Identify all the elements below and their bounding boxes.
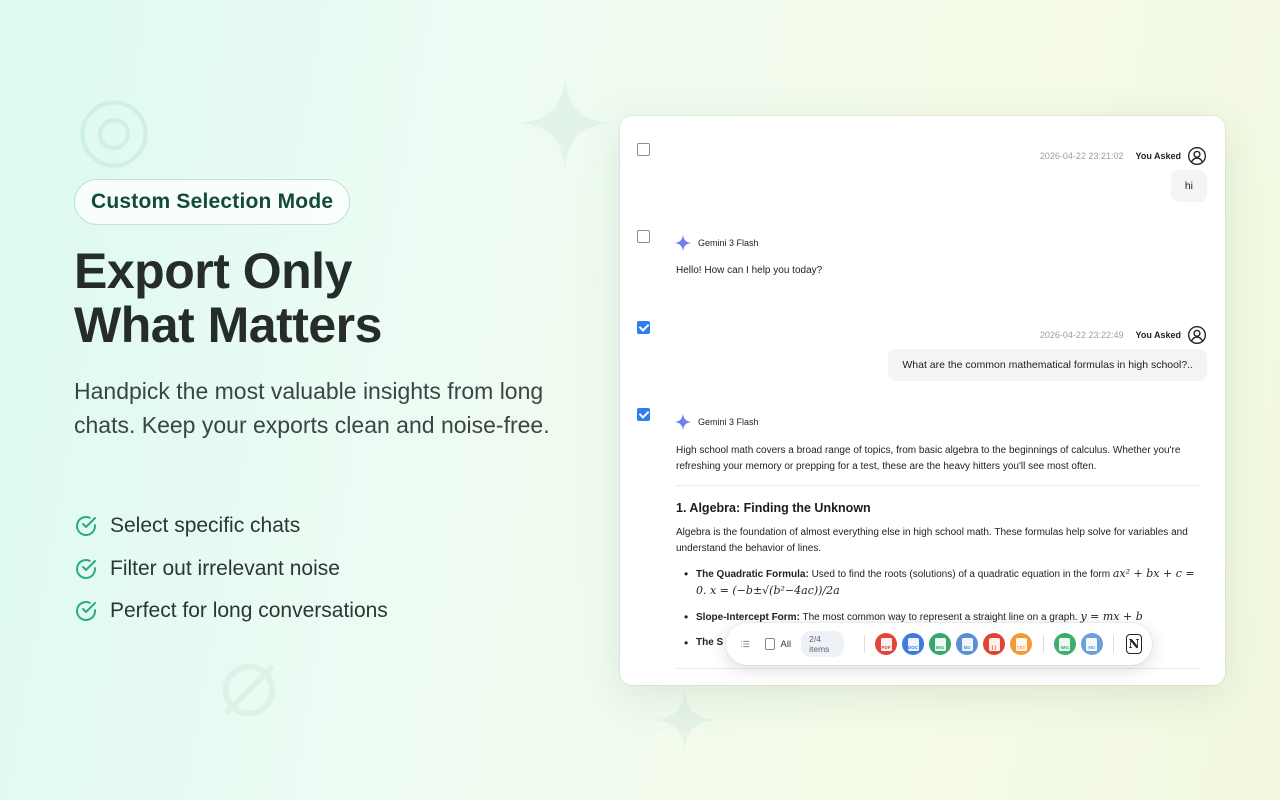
author-label: You Asked (1135, 330, 1181, 340)
export-json-button[interactable]: { } (983, 633, 1006, 655)
bullet-text: The most common way to represent a strai… (802, 612, 1078, 623)
export-toolbar: All 2/4 items PDF DOC IMG MD { } TXT IMG MD N (726, 623, 1152, 665)
json-icon: { } (988, 637, 1000, 651)
mode-badge: Custom Selection Mode (74, 179, 351, 225)
feature-label: Filter out irrelevant noise (110, 556, 340, 580)
md-alt-icon: MD (1086, 637, 1098, 651)
select-all-label[interactable]: All (781, 639, 792, 650)
notion-export-button[interactable]: N (1126, 634, 1142, 654)
model-header: Gemini 3 Flash (674, 234, 759, 252)
model-name: Gemini 3 Flash (698, 238, 759, 248)
headline-line-1: Export Only (74, 243, 352, 299)
hero-section: Custom Selection Mode Export Only What M… (74, 0, 594, 800)
user-avatar-icon (1188, 326, 1206, 344)
export-format-group: PDF DOC IMG MD { } TXT (873, 633, 1035, 655)
list-item: The Quadratic Formula: Used to find the … (682, 566, 1202, 600)
timestamp: 2026-04-22 23:21:02 (1039, 151, 1124, 161)
headline: Export Only What Matters (74, 244, 594, 352)
timestamp: 2026-04-22 23:22:49 (1039, 330, 1124, 340)
author-label: You Asked (1135, 151, 1181, 161)
bullet-label: The S (696, 637, 724, 648)
model-intro-text: High school math covers a broad range of… (676, 445, 1181, 472)
export-pdf-button[interactable]: PDF (875, 633, 898, 655)
docx-icon: DOC (907, 637, 919, 651)
model-message-text: Hello! How can I help you today? (676, 265, 823, 276)
sheet-icon: IMG (1059, 637, 1071, 651)
export-image-button[interactable]: IMG (929, 633, 952, 655)
feature-item: Filter out irrelevant noise (74, 548, 388, 591)
message-select-checkbox[interactable] (637, 230, 650, 243)
export-markdown-button[interactable]: MD (956, 633, 979, 655)
message-meta: 2026-04-22 23:21:02 You Asked (1040, 146, 1207, 166)
export-md-alt-button[interactable]: MD (1080, 633, 1103, 655)
chat-window: 2026-04-22 23:21:02 You Asked hi Gemini … (620, 116, 1225, 685)
feature-item: Select specific chats (74, 505, 388, 548)
toolbar-divider (1042, 635, 1044, 653)
toolbar-divider (863, 635, 865, 653)
model-name: Gemini 3 Flash (698, 417, 759, 427)
export-txt-button[interactable]: TXT (1010, 633, 1033, 655)
export-docx-button[interactable]: DOC (902, 633, 925, 655)
check-circle-icon (76, 558, 96, 579)
headline-line-2: What Matters (74, 297, 382, 353)
bullet-label: Slope-Intercept Form: (696, 612, 800, 623)
bullet-text: Used to find the roots (solutions) of a … (811, 569, 1111, 580)
section-heading: 1. Algebra: Finding the Unknown (676, 501, 871, 515)
hero-description: Handpick the most valuable insights from… (74, 378, 550, 438)
feature-list: Select specific chats Filter out irrelev… (74, 505, 388, 633)
divider (676, 485, 1201, 486)
export-sheet-button[interactable]: IMG (1053, 633, 1076, 655)
selection-count-badge: 2/4 items (801, 631, 844, 657)
list-toggle-icon[interactable] (740, 637, 751, 651)
gemini-star-icon (674, 234, 692, 252)
message-select-checkbox[interactable] (637, 408, 650, 421)
toolbar-divider (1113, 635, 1115, 653)
check-circle-icon (76, 516, 96, 537)
feature-label: Select specific chats (110, 514, 301, 538)
sparkle-decoration-bottom (655, 690, 715, 750)
txt-icon: TXT (1015, 637, 1027, 651)
image-icon: IMG (934, 637, 946, 651)
divider (676, 668, 1201, 669)
markdown-icon: MD (961, 637, 973, 651)
gemini-star-icon (674, 413, 692, 431)
feature-item: Perfect for long conversations (74, 590, 388, 633)
export-format-group-secondary: IMG MD (1051, 633, 1105, 655)
model-header: Gemini 3 Flash (674, 413, 759, 431)
bullet-label: The Quadratic Formula: (696, 569, 809, 580)
user-avatar-icon (1188, 147, 1206, 165)
check-circle-icon (76, 601, 96, 622)
select-all-checkbox[interactable] (764, 638, 775, 650)
pdf-icon: PDF (880, 637, 892, 651)
message-select-checkbox[interactable] (637, 321, 650, 334)
user-message-bubble: hi (1170, 170, 1207, 202)
message-meta: 2026-04-22 23:22:49 You Asked (1040, 325, 1207, 345)
user-message-bubble: What are the common mathematical formula… (888, 349, 1207, 381)
section-text: Algebra is the foundation of almost ever… (676, 527, 1188, 554)
formula: y = mx + b (1080, 610, 1143, 623)
message-select-checkbox[interactable] (637, 143, 650, 156)
feature-label: Perfect for long conversations (110, 599, 388, 623)
